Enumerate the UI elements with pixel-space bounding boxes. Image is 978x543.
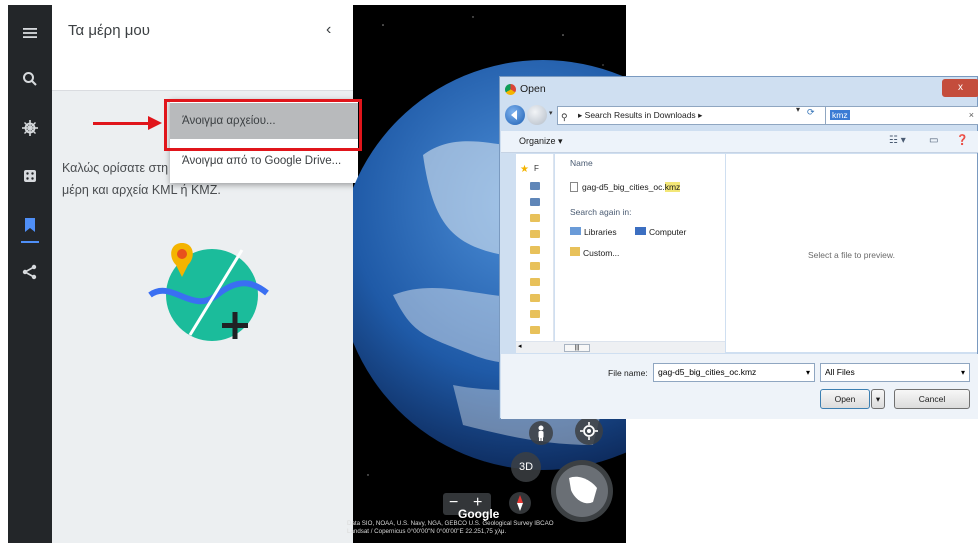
- desktop-icon[interactable]: [530, 182, 540, 190]
- address-dropdown-icon[interactable]: ▾: [796, 105, 800, 114]
- libraries-icon: [570, 227, 581, 235]
- folder-icon[interactable]: [530, 230, 540, 238]
- navigation-pane: ★ F: [516, 154, 554, 352]
- arrow-annotation: [93, 122, 151, 125]
- file-item[interactable]: gag-d5_big_cities_oc.kmz: [570, 182, 681, 192]
- address-separator-icon: ▸: [578, 110, 583, 120]
- mini-map-globe[interactable]: [551, 460, 613, 522]
- add-places-illustration-icon: [148, 243, 269, 341]
- my-places-panel: Τα μέρη μου ‹ Καλώς ορίσατε στη ... μπορ…: [52, 5, 358, 543]
- favorites-star-icon[interactable]: ★: [520, 164, 529, 175]
- horizontal-scrollbar[interactable]: ◂ |||: [516, 341, 725, 353]
- scroll-thumb[interactable]: |||: [564, 344, 590, 352]
- attribution-text: Data SIO, NOAA, U.S. Navy, NGA, GEBCO U.…: [347, 520, 554, 535]
- open-options-button[interactable]: ▾: [871, 389, 885, 409]
- preview-pane: Select a file to preview.: [726, 154, 977, 352]
- chrome-icon: [505, 84, 516, 95]
- zoom-out-button[interactable]: −: [449, 494, 458, 512]
- collapse-panel-button[interactable]: ‹: [326, 21, 331, 39]
- folder-icon[interactable]: [530, 214, 540, 222]
- dialog-title: Open: [520, 83, 546, 95]
- folder-icon[interactable]: [530, 278, 540, 286]
- organize-button[interactable]: Organize ▾: [519, 136, 563, 147]
- cancel-button[interactable]: Cancel: [894, 389, 970, 409]
- folder-icon[interactable]: [530, 294, 540, 302]
- navigation-row: ▾ ⚲ ▸ Search Results in Downloads ▸ ▾ ⟳ …: [505, 105, 978, 127]
- view-options-icon[interactable]: ☷ ▾: [889, 135, 906, 146]
- open-file-dialog: Open x ▾ ⚲ ▸ Search Results in Downloads…: [499, 76, 978, 419]
- preview-pane-icon[interactable]: ▭: [929, 135, 938, 146]
- compass-icon[interactable]: [509, 492, 531, 514]
- refresh-icon[interactable]: ⟳: [807, 107, 815, 118]
- dialog-footer: File name: gag-d5_big_cities_oc.kmz ▾ Al…: [501, 354, 978, 419]
- projects-icon[interactable]: [20, 215, 40, 235]
- filename-label: File name:: [608, 368, 648, 378]
- file-icon: [570, 182, 578, 192]
- filename-dropdown-icon[interactable]: ▾: [806, 364, 810, 381]
- feeling-lucky-icon[interactable]: [20, 166, 40, 186]
- search-icon[interactable]: [20, 69, 40, 89]
- search-folder-icon: ⚲: [561, 112, 568, 122]
- favorites-label[interactable]: F: [534, 164, 539, 173]
- open-button[interactable]: Open: [820, 389, 870, 409]
- name-column-header[interactable]: Name: [570, 158, 593, 168]
- scroll-left-icon[interactable]: ◂: [518, 342, 522, 350]
- share-icon[interactable]: [20, 262, 40, 282]
- voyager-icon[interactable]: [20, 118, 40, 138]
- active-indicator: [21, 241, 39, 243]
- computer-icon: [635, 227, 646, 235]
- arrow-head-annotation: [148, 116, 162, 130]
- dialog-toolbar: Organize ▾ ☷ ▾ ▭ ❓: [501, 131, 978, 153]
- downloads-icon[interactable]: [530, 198, 540, 206]
- recent-pages-dropdown-icon[interactable]: ▾: [549, 109, 553, 117]
- help-icon[interactable]: ❓: [956, 135, 968, 146]
- my-location-icon[interactable]: [575, 417, 603, 445]
- folder-icon[interactable]: [530, 262, 540, 270]
- address-text: Search Results in Downloads: [584, 110, 696, 120]
- search-again-label: Search again in:: [570, 207, 632, 217]
- custom-folder-icon: [570, 247, 580, 256]
- address-bar[interactable]: ⚲ ▸ Search Results in Downloads ▸: [557, 106, 837, 125]
- preview-placeholder: Select a file to preview.: [808, 250, 895, 260]
- toggle-3d-button[interactable]: 3D: [511, 452, 541, 482]
- filename-input[interactable]: gag-d5_big_cities_oc.kmz ▾: [653, 363, 815, 382]
- file-list: Name gag-d5_big_cities_oc.kmz Search aga…: [555, 154, 725, 352]
- address-separator-icon-2: ▸: [698, 110, 703, 120]
- panel-header: Τα μέρη μου ‹: [52, 5, 353, 91]
- close-button[interactable]: x: [942, 79, 978, 97]
- menu-icon[interactable]: [20, 23, 40, 43]
- folder-icon[interactable]: [530, 326, 540, 334]
- file-type-select[interactable]: All Files ▾: [820, 363, 970, 382]
- search-computer-link[interactable]: Computer: [635, 227, 686, 237]
- clear-search-icon[interactable]: ×: [969, 107, 974, 124]
- highlight-annotation: [164, 99, 362, 151]
- forward-button[interactable]: [527, 105, 547, 125]
- left-rail: [8, 5, 52, 543]
- search-libraries-link[interactable]: Libraries: [570, 227, 617, 237]
- panel-title: Τα μέρη μου: [68, 22, 150, 39]
- search-input[interactable]: kmz ×: [825, 106, 978, 125]
- street-view-pegman-icon[interactable]: [529, 421, 553, 445]
- screenshot-composite: Τα μέρη μου ‹ Καλώς ορίσατε στη ... μπορ…: [0, 0, 978, 543]
- back-button[interactable]: [505, 105, 525, 125]
- file-type-dropdown-icon[interactable]: ▾: [961, 364, 965, 381]
- google-watermark: Google: [458, 507, 500, 521]
- folder-icon[interactable]: [530, 246, 540, 254]
- folder-icon[interactable]: [530, 310, 540, 318]
- search-custom-link[interactable]: Custom...: [570, 247, 619, 258]
